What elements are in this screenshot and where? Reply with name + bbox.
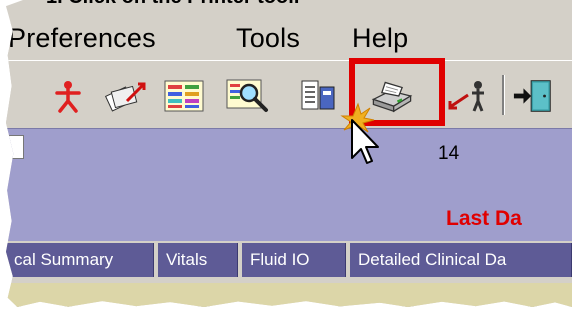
tab-label: Vitals bbox=[166, 250, 208, 269]
menu-bar: Preferences Tools Help bbox=[6, 22, 572, 58]
tab-vitals[interactable]: Vitals bbox=[158, 243, 238, 277]
color-list-button[interactable] bbox=[162, 77, 206, 115]
tab-fluid-io[interactable]: Fluid IO bbox=[242, 243, 346, 277]
toolbar bbox=[6, 60, 572, 127]
instruction-caption: 1. Click on the Printer tool. bbox=[46, 0, 466, 8]
color-list-icon bbox=[164, 80, 204, 112]
tab-clinical-summary[interactable]: cal Summary bbox=[6, 243, 154, 277]
cards-button[interactable] bbox=[104, 77, 148, 115]
search-button[interactable] bbox=[226, 77, 270, 115]
mouse-cursor bbox=[340, 102, 379, 164]
tab-strip: cal Summary Vitals Fluid IO Detailed Cli… bbox=[6, 243, 572, 281]
banner-number: 14 bbox=[438, 143, 460, 164]
cards-arrow-icon bbox=[105, 82, 146, 112]
magnifier-icon bbox=[226, 79, 268, 112]
person-icon bbox=[55, 81, 81, 113]
tab-label: Detailed Clinical Da bbox=[358, 250, 507, 269]
content-area bbox=[6, 283, 572, 307]
banner-field[interactable] bbox=[6, 135, 24, 159]
exit-button[interactable] bbox=[512, 77, 556, 115]
person-button[interactable] bbox=[46, 77, 90, 115]
tab-detailed-clinical-data[interactable]: Detailed Clinical Da bbox=[350, 243, 572, 277]
document-button[interactable] bbox=[296, 77, 340, 115]
tab-label: Fluid IO bbox=[250, 250, 310, 269]
exit-door-icon bbox=[513, 80, 551, 112]
tab-label: cal Summary bbox=[14, 250, 114, 269]
last-date-label: Last Da bbox=[446, 207, 522, 230]
document-list-icon bbox=[301, 80, 335, 110]
transfer-button[interactable] bbox=[446, 77, 490, 115]
transfer-person-icon bbox=[448, 81, 484, 112]
toolbar-separator bbox=[502, 75, 505, 115]
menu-tools[interactable]: Tools bbox=[236, 23, 300, 54]
menu-help[interactable]: Help bbox=[352, 23, 408, 54]
patient-banner: 14 Last Da bbox=[6, 128, 572, 241]
menu-preferences[interactable]: Preferences bbox=[8, 23, 156, 54]
app-window: 1. Click on the Printer tool. Preference… bbox=[6, 0, 572, 307]
